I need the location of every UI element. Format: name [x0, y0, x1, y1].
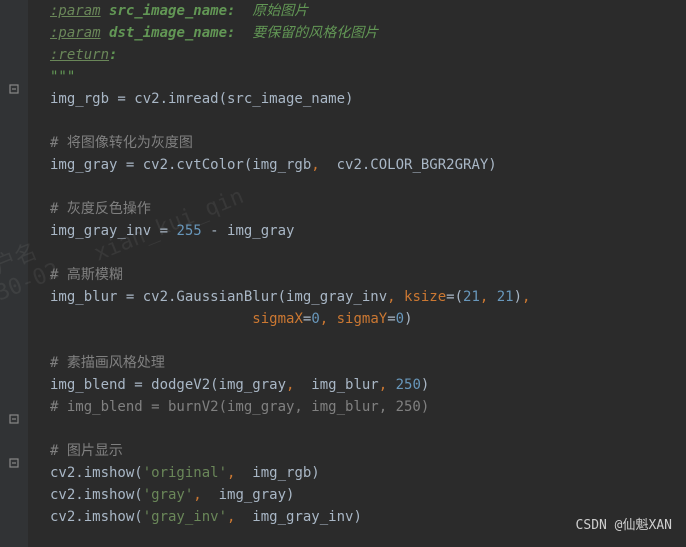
docstring-return: :return: [50, 44, 686, 66]
code-imshow-original: cv2.imshow('original', img_rgb) [50, 462, 686, 484]
code-cvtcolor: img_gray = cv2.cvtColor(img_rgb, cv2.COL… [50, 154, 686, 176]
fold-icon[interactable] [8, 457, 20, 469]
docstring-end: """ [50, 66, 686, 88]
editor: 用户名 230-02 xian_kui_qin :param src_image… [0, 0, 686, 547]
comment-blur: # 高斯模糊 [50, 264, 686, 286]
code-blur-2: sigmaX=0, sigmaY=0) [50, 308, 686, 330]
comment-gray: # 将图像转化为灰度图 [50, 132, 686, 154]
comment-invert: # 灰度反色操作 [50, 198, 686, 220]
code-region[interactable]: :param src_image_name: 原始图片 :param dst_i… [28, 0, 686, 528]
code-imread: img_rgb = cv2.imread(src_image_name) [50, 88, 686, 110]
comment-burn: # img_blend = burnV2(img_gray, img_blur,… [50, 396, 686, 418]
docstring-param-dst: :param dst_image_name: 要保留的风格化图片 [50, 22, 686, 44]
code-imshow-gray: cv2.imshow('gray', img_gray) [50, 484, 686, 506]
code-invert: img_gray_inv = 255 - img_gray [50, 220, 686, 242]
code-dodge: img_blend = dodgeV2(img_gray, img_blur, … [50, 374, 686, 396]
fold-icon[interactable] [8, 413, 20, 425]
docstring-param-src: :param src_image_name: 原始图片 [50, 0, 686, 22]
gutter [0, 0, 28, 547]
fold-icon[interactable] [8, 83, 20, 95]
watermark-footer: CSDN @仙魁XAN [576, 515, 672, 537]
comment-show: # 图片显示 [50, 440, 686, 462]
comment-sketch: # 素描画风格处理 [50, 352, 686, 374]
code-blur-1: img_blur = cv2.GaussianBlur(img_gray_inv… [50, 286, 686, 308]
